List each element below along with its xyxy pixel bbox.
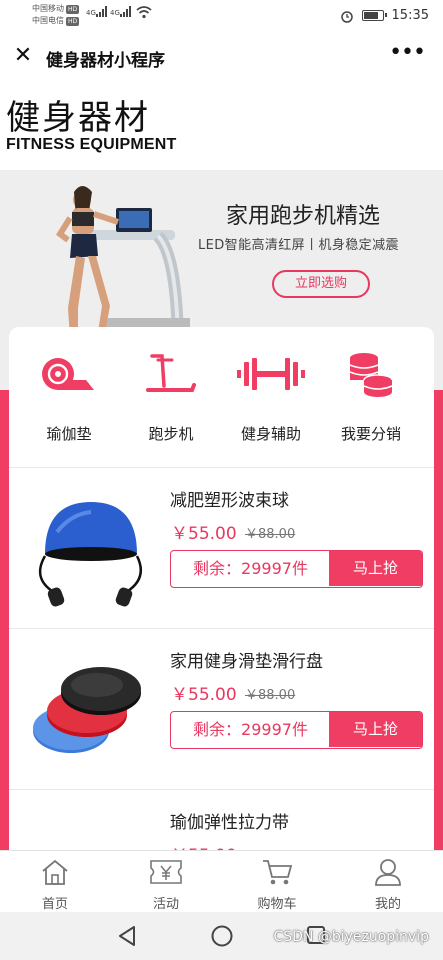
- product-price: ￥55.00: [171, 524, 237, 544]
- tab-home[interactable]: 首页: [15, 857, 95, 912]
- stock-remaining: 剩余：29997件: [193, 559, 308, 578]
- shop-now-button[interactable]: 立即选购: [272, 270, 370, 298]
- wifi-icon: [136, 6, 152, 19]
- hd-badge: HD: [66, 17, 80, 26]
- carrier-label: 中国电信: [32, 16, 64, 25]
- product-item[interactable]: 瑜伽弹性拉力带 ￥55.00: [9, 789, 434, 859]
- dumbbell-icon: [221, 349, 321, 399]
- home-icon: [15, 857, 95, 887]
- status-bar: 中国移动 HD 中国电信 HD 4G 4G 15:35: [0, 0, 443, 34]
- cart-icon: [237, 857, 317, 887]
- user-icon: [348, 857, 428, 887]
- close-icon[interactable]: ✕: [12, 45, 34, 67]
- tab-activity[interactable]: 活动: [126, 857, 206, 912]
- product-name: 减肥塑形波束球: [170, 491, 289, 511]
- brand-title-cn: 健身器材: [6, 98, 150, 138]
- product-name: 瑜伽弹性拉力带: [170, 813, 289, 833]
- yoga-mat-icon: [19, 349, 119, 399]
- buy-now-button[interactable]: 马上抢: [329, 712, 422, 747]
- tab-mine[interactable]: 我的: [348, 857, 428, 912]
- product-item[interactable]: 减肥塑形波束球 ￥55.00 ￥88.00 剩余：29997件 马上抢: [9, 467, 434, 628]
- brand-title-en: FITNESS EQUIPMENT: [6, 136, 177, 153]
- category-yoga-mat[interactable]: 瑜伽垫: [19, 349, 119, 444]
- category-distribution[interactable]: 我要分销: [321, 349, 421, 444]
- home-circle-icon[interactable]: [210, 924, 234, 948]
- stock-bar: 剩余：29997件 马上抢: [170, 550, 423, 588]
- battery-icon: [361, 10, 387, 21]
- product-list: 减肥塑形波束球 ￥55.00 ￥88.00 剩余：29997件 马上抢 家用健身…: [9, 467, 434, 859]
- network-type: 4G: [86, 9, 96, 17]
- category-label: 健身辅助: [240, 425, 301, 443]
- nav-bar: ✕ 健身器材小程序 •••: [0, 34, 443, 80]
- tab-label: 购物车: [257, 897, 297, 912]
- category-label: 跑步机: [148, 425, 194, 443]
- category-label: 我要分销: [340, 425, 401, 443]
- page-title: 健身器材小程序: [46, 51, 165, 71]
- back-icon[interactable]: [116, 924, 138, 948]
- product-item[interactable]: 家用健身滑垫滑行盘 ￥55.00 ￥88.00 剩余：29997件 马上抢: [9, 628, 434, 789]
- watermark: CSDN @biyezuopinvip: [273, 929, 429, 945]
- buy-now-button[interactable]: 马上抢: [329, 551, 422, 586]
- treadmill-icon: [121, 349, 221, 399]
- banner-subtitle: LED智能高清红屏丨机身稳定减震: [198, 238, 399, 253]
- tab-label: 首页: [41, 897, 68, 912]
- product-old-price: ￥88.00: [245, 688, 296, 703]
- category-grid: 瑜伽垫 跑步机 健身辅助 我要分销: [9, 327, 434, 467]
- stock-bar: 剩余：29997件 马上抢: [170, 711, 423, 749]
- tab-label: 活动: [152, 897, 179, 912]
- banner-title: 家用跑步机精选: [226, 204, 381, 229]
- ticket-icon: [126, 857, 206, 887]
- tab-bar: 首页 活动 购物车 我的: [0, 850, 443, 912]
- tab-label: 我的: [374, 897, 401, 912]
- tab-cart[interactable]: 购物车: [237, 857, 317, 912]
- product-image-sliding-discs: [33, 667, 141, 753]
- network-type: 4G: [110, 9, 120, 17]
- stock-remaining: 剩余：29997件: [193, 720, 308, 739]
- signal-icon: [96, 6, 107, 17]
- brand-header: 健身器材 FITNESS EQUIPMENT: [0, 80, 443, 170]
- coins-icon: [321, 349, 421, 399]
- category-fitness-aids[interactable]: 健身辅助: [221, 349, 321, 444]
- product-old-price: ￥88.00: [245, 527, 296, 542]
- product-price: ￥55.00: [171, 685, 237, 705]
- category-treadmill[interactable]: 跑步机: [121, 349, 221, 444]
- product-image-bosu-ball: [38, 502, 142, 607]
- carrier-info: 中国移动 HD 中国电信 HD: [32, 3, 80, 27]
- hd-badge: HD: [66, 5, 80, 14]
- carrier-label: 中国移动: [32, 4, 64, 13]
- signal-icon: [120, 6, 131, 17]
- alarm-icon: [340, 10, 353, 23]
- category-label: 瑜伽垫: [46, 425, 92, 443]
- product-name: 家用健身滑垫滑行盘: [170, 652, 323, 672]
- clock: 15:35: [391, 8, 429, 23]
- more-menu-icon[interactable]: •••: [389, 42, 426, 64]
